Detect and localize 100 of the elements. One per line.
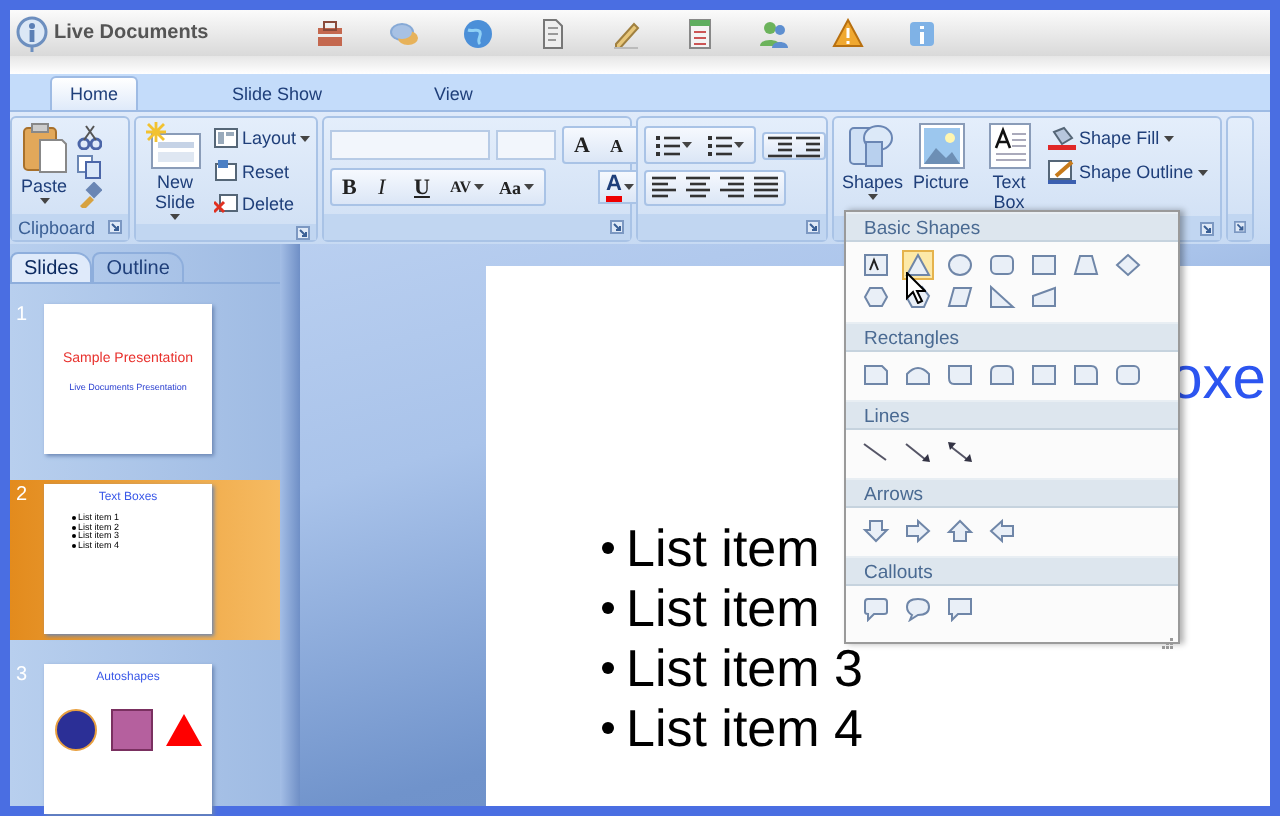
down-arrow-shape[interactable]: [860, 516, 892, 546]
triangle-shape: [166, 714, 202, 746]
rectangle-callout-shape[interactable]: [944, 594, 976, 624]
dialog-launcher-icon[interactable]: [108, 220, 122, 234]
snipped-rectangle-shape[interactable]: [860, 360, 892, 390]
bullet-icon: [602, 662, 614, 674]
justify-icon[interactable]: [754, 175, 778, 200]
align-center-icon[interactable]: [686, 175, 710, 200]
rounded-callout-shape[interactable]: [860, 594, 892, 624]
caret-icon: [682, 142, 692, 149]
font-size-field[interactable]: [496, 130, 556, 160]
ribbon-tab[interactable]: Home: [50, 76, 139, 110]
pencil-icon[interactable]: [610, 17, 642, 49]
slide-list-item: List item: [626, 518, 820, 578]
font-name-field[interactable]: [330, 130, 490, 160]
picture-button[interactable]: Picture: [911, 122, 972, 212]
text-box-shape[interactable]: [860, 250, 892, 280]
panel-tab[interactable]: Slides: [10, 252, 93, 282]
clipboard-icon: [20, 122, 68, 174]
toolbox-icon[interactable]: [314, 17, 346, 49]
circle-shape: [54, 708, 98, 752]
triangle-shape[interactable]: [902, 250, 934, 280]
ribbon-tab[interactable]: Slide Show: [214, 76, 341, 110]
increase-indent-icon[interactable]: [796, 133, 820, 158]
left-arrow-shape[interactable]: [986, 516, 1018, 546]
menu-section-header: Callouts: [846, 556, 1178, 586]
dialog-launcher-icon[interactable]: [1234, 220, 1246, 234]
rounded-rectangle-shape[interactable]: [1112, 360, 1144, 390]
delete-icon: [213, 194, 238, 214]
paintbrush-icon[interactable]: [76, 182, 102, 208]
rectangle-shape[interactable]: [1028, 360, 1060, 390]
text-box-button[interactable]: Text Box: [977, 122, 1042, 212]
curved-rectangle-shape[interactable]: [944, 360, 976, 390]
diamond-shape[interactable]: [1112, 250, 1144, 280]
parallelogram-shape[interactable]: [944, 282, 976, 312]
slide-number: 2: [14, 484, 30, 506]
character-spacing-button[interactable]: AV: [444, 170, 490, 204]
numbering-icon[interactable]: [708, 133, 732, 158]
bullets-icon[interactable]: [656, 133, 680, 158]
chat-icon[interactable]: [388, 17, 420, 49]
align-right-icon[interactable]: [720, 175, 744, 200]
oval-shape[interactable]: [944, 250, 976, 280]
text-box-icon: [987, 122, 1032, 170]
copy-icon[interactable]: [76, 153, 102, 179]
dialog-launcher-icon[interactable]: [1200, 221, 1214, 235]
align-left-icon[interactable]: [652, 175, 676, 200]
right-triangle-shape[interactable]: [986, 282, 1018, 312]
change-case-button[interactable]: Aa: [493, 170, 540, 204]
slanted-rectangle-shape[interactable]: [1028, 282, 1060, 312]
caret-icon: [473, 184, 484, 190]
caret-icon: [300, 135, 310, 141]
shape-fill-button[interactable]: Shape Fill: [1047, 124, 1208, 152]
ribbon-tab[interactable]: View: [416, 76, 491, 110]
rounded-rectangle-shape[interactable]: [986, 250, 1018, 280]
new-slide-button[interactable]: New Slide: [142, 122, 208, 220]
mouse-pointer-icon: [906, 272, 926, 304]
reset-button[interactable]: Reset: [213, 157, 310, 185]
double-arrow-line-shape[interactable]: [944, 438, 976, 468]
bullet-icon: [602, 602, 614, 614]
oval-callout-shape[interactable]: [902, 594, 934, 624]
rounded-corner-rectangle-shape[interactable]: [1070, 360, 1102, 390]
rectangle-shape[interactable]: [1028, 250, 1060, 280]
shrink-font-button[interactable]: A: [604, 128, 636, 162]
caret-icon: [1163, 135, 1174, 141]
caret-icon: [734, 142, 744, 149]
right-arrow-shape[interactable]: [902, 516, 934, 546]
scissors-icon[interactable]: [76, 124, 102, 150]
shapes-icon: [848, 122, 897, 170]
delete-button[interactable]: Delete: [213, 190, 310, 218]
dialog-launcher-icon[interactable]: [610, 220, 624, 234]
layout-button[interactable]: Layout: [213, 124, 310, 152]
resize-grip-icon[interactable]: [1162, 638, 1174, 650]
bullet-icon: [602, 542, 614, 554]
warning-icon[interactable]: [832, 17, 864, 49]
hexagon-shape[interactable]: [860, 282, 892, 312]
dialog-launcher-icon[interactable]: [806, 220, 820, 234]
shapes-button[interactable]: Shapes: [840, 122, 906, 212]
panel-tab[interactable]: Outline: [92, 252, 184, 282]
shape-outline-button[interactable]: Shape Outline: [1047, 158, 1208, 186]
caret-icon: [867, 194, 878, 200]
checklist-icon[interactable]: [684, 17, 716, 49]
underline-button[interactable]: U: [408, 170, 440, 204]
info-icon[interactable]: [906, 17, 938, 49]
trapezoid-shape[interactable]: [1070, 250, 1102, 280]
arrow-line-shape[interactable]: [902, 438, 934, 468]
users-icon[interactable]: [758, 17, 790, 49]
dialog-launcher-icon[interactable]: [296, 225, 310, 239]
caret-icon: [624, 184, 634, 190]
grow-font-button[interactable]: A: [568, 128, 600, 162]
up-arrow-shape[interactable]: [944, 516, 976, 546]
globe-icon[interactable]: [462, 17, 494, 49]
paste-button[interactable]: Paste: [18, 122, 70, 210]
paint-bucket-icon: [1047, 126, 1076, 150]
italic-button[interactable]: I: [372, 170, 404, 204]
decrease-indent-icon[interactable]: [768, 133, 792, 158]
rounded-top-rectangle-shape[interactable]: [986, 360, 1018, 390]
square-shape: [110, 708, 154, 752]
caret-icon: [1197, 169, 1208, 175]
bold-button[interactable]: B: [336, 170, 368, 204]
slide-number: 3: [14, 664, 30, 686]
